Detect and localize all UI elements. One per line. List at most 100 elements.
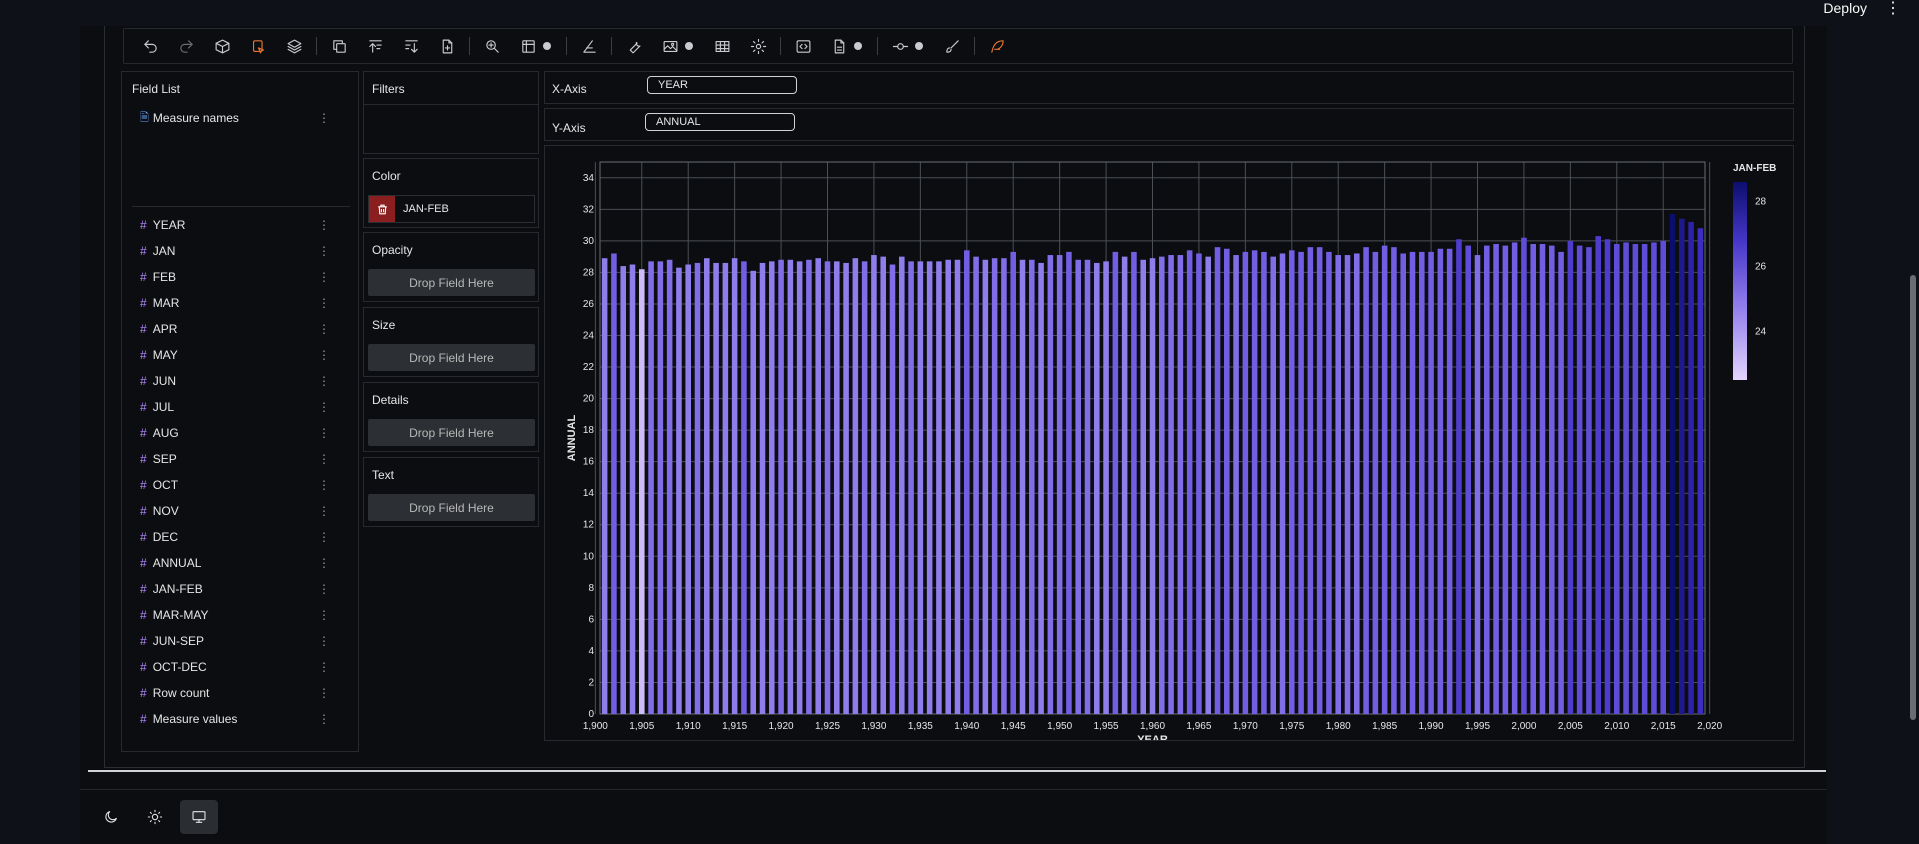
field-item[interactable]: # MAR ⋮ xyxy=(140,292,330,314)
details-drop-zone[interactable]: Drop Field Here xyxy=(368,419,535,446)
table-icon[interactable] xyxy=(708,32,736,60)
opacity-drop-zone[interactable]: Drop Field Here xyxy=(368,269,535,296)
field-menu-icon[interactable]: ⋮ xyxy=(318,244,330,258)
field-item[interactable]: # JAN ⋮ xyxy=(140,240,330,262)
settings-icon[interactable] xyxy=(744,32,772,60)
field-menu-icon[interactable]: ⋮ xyxy=(318,504,330,518)
field-menu-icon[interactable]: ⋮ xyxy=(318,712,330,726)
field-menu-icon[interactable]: ⋮ xyxy=(318,218,330,232)
bar xyxy=(629,264,636,714)
field-label: DEC xyxy=(152,530,179,544)
field-label: ANNUAL xyxy=(152,556,202,570)
field-menu-icon[interactable]: ⋮ xyxy=(318,530,330,544)
field-item[interactable]: # YEAR ⋮ xyxy=(140,214,330,236)
brush-icon[interactable] xyxy=(575,32,603,60)
y-axis-field-pill[interactable]: ANNUAL xyxy=(645,113,795,131)
field-menu-icon[interactable]: ⋮ xyxy=(318,400,330,414)
redo-icon[interactable] xyxy=(172,32,200,60)
bar xyxy=(1437,248,1444,714)
field-menu-icon[interactable]: ⋮ xyxy=(318,452,330,466)
monitor-icon[interactable] xyxy=(180,800,218,834)
bar xyxy=(1595,236,1601,714)
image-icon[interactable] xyxy=(656,32,684,60)
bar xyxy=(676,267,682,714)
field-menu-icon[interactable]: ⋮ xyxy=(318,608,330,622)
field-item[interactable]: # APR ⋮ xyxy=(140,318,330,340)
moon-icon[interactable] xyxy=(92,800,130,834)
select-icon[interactable] xyxy=(244,32,272,60)
page-scrollbar[interactable] xyxy=(1905,0,1919,844)
bar xyxy=(704,258,710,714)
field-menu-icon[interactable]: ⋮ xyxy=(318,426,330,440)
wrench-icon[interactable] xyxy=(620,32,648,60)
text-drop-zone[interactable]: Drop Field Here xyxy=(368,494,535,521)
paint-brush-icon[interactable] xyxy=(938,32,966,60)
color-field-pill[interactable]: JAN-FEB xyxy=(368,195,535,223)
kebab-menu-icon[interactable]: ⋮ xyxy=(1885,0,1901,18)
field-list-title: Field List xyxy=(132,82,181,96)
field-menu-icon[interactable]: ⋮ xyxy=(318,296,330,310)
sun-icon[interactable] xyxy=(136,800,174,834)
bar xyxy=(1381,245,1388,714)
feather-icon[interactable] xyxy=(983,32,1011,60)
copy-icon[interactable] xyxy=(325,32,353,60)
measure-names-field[interactable]: 🗎 Measure names ⋮ xyxy=(140,107,330,129)
scale-icon[interactable] xyxy=(514,32,542,60)
field-item[interactable]: # MAR-MAY ⋮ xyxy=(140,604,330,626)
field-item[interactable]: # JUN-SEP ⋮ xyxy=(140,630,330,652)
y-tick-label: 16 xyxy=(583,457,595,468)
field-item[interactable]: # DEC ⋮ xyxy=(140,526,330,548)
numeric-field-icon: # xyxy=(140,556,147,570)
field-item[interactable]: # MAY ⋮ xyxy=(140,344,330,366)
zoom-icon[interactable] xyxy=(478,32,506,60)
gear-icon[interactable] xyxy=(684,32,694,60)
x-tick-label: 1,910 xyxy=(676,721,701,732)
delete-icon[interactable] xyxy=(369,196,395,222)
deploy-button[interactable]: Deploy xyxy=(1823,0,1867,16)
field-menu-icon[interactable]: ⋮ xyxy=(318,634,330,648)
field-menu-icon[interactable]: ⋮ xyxy=(318,111,330,125)
bar-chart[interactable]: 02468101214161820222426283032341,900 1,90… xyxy=(545,146,1793,740)
layers-icon[interactable] xyxy=(280,32,308,60)
field-label: OCT xyxy=(152,478,179,492)
gear-icon[interactable] xyxy=(914,32,924,60)
add-file-icon[interactable] xyxy=(433,32,461,60)
field-menu-icon[interactable]: ⋮ xyxy=(318,582,330,596)
field-menu-icon[interactable]: ⋮ xyxy=(318,270,330,284)
file-icon[interactable] xyxy=(825,32,853,60)
bar xyxy=(1623,242,1629,714)
field-menu-icon[interactable]: ⋮ xyxy=(318,686,330,700)
sort-desc-icon[interactable] xyxy=(397,32,425,60)
toolbar-divider xyxy=(316,37,317,55)
bar xyxy=(1326,251,1332,714)
size-drop-zone[interactable]: Drop Field Here xyxy=(368,344,535,371)
field-item[interactable]: # ANNUAL ⋮ xyxy=(140,552,330,574)
field-menu-icon[interactable]: ⋮ xyxy=(318,322,330,336)
field-item[interactable]: # SEP ⋮ xyxy=(140,448,330,470)
field-item[interactable]: # Measure values ⋮ xyxy=(140,708,330,730)
field-item[interactable]: # JAN-FEB ⋮ xyxy=(140,578,330,600)
field-item[interactable]: # NOV ⋮ xyxy=(140,500,330,522)
gear-icon[interactable] xyxy=(853,32,863,60)
x-axis-field-pill[interactable]: YEAR xyxy=(647,76,797,94)
undo-icon[interactable] xyxy=(136,32,164,60)
bar xyxy=(759,262,766,714)
sort-asc-icon[interactable] xyxy=(361,32,389,60)
field-item[interactable]: # FEB ⋮ xyxy=(140,266,330,288)
field-item[interactable]: # JUL ⋮ xyxy=(140,396,330,418)
field-menu-icon[interactable]: ⋮ xyxy=(318,478,330,492)
field-menu-icon[interactable]: ⋮ xyxy=(318,348,330,362)
field-menu-icon[interactable]: ⋮ xyxy=(318,556,330,570)
field-item[interactable]: # OCT ⋮ xyxy=(140,474,330,496)
field-menu-icon[interactable]: ⋮ xyxy=(318,660,330,674)
field-item[interactable]: # Row count ⋮ xyxy=(140,682,330,704)
field-item[interactable]: # AUG ⋮ xyxy=(140,422,330,444)
commit-icon[interactable] xyxy=(886,32,914,60)
gear-icon[interactable] xyxy=(542,32,552,60)
field-item[interactable]: # OCT-DEC ⋮ xyxy=(140,656,330,678)
code-icon[interactable] xyxy=(789,32,817,60)
cube-icon[interactable] xyxy=(208,32,236,60)
field-menu-icon[interactable]: ⋮ xyxy=(318,374,330,388)
field-item[interactable]: # JUN ⋮ xyxy=(140,370,330,392)
scrollbar-thumb[interactable] xyxy=(1910,275,1916,720)
